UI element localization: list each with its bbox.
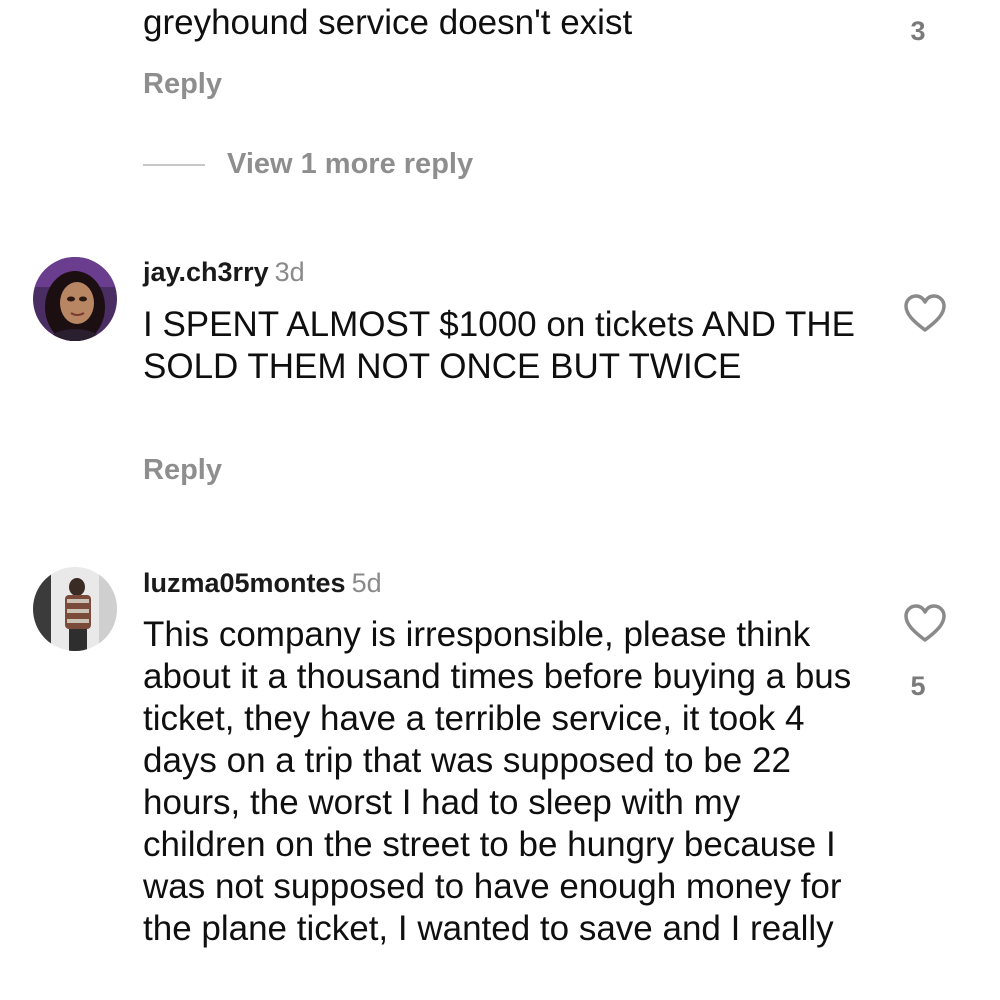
avatar-image bbox=[33, 257, 117, 341]
comment-timestamp: 5d bbox=[351, 568, 382, 598]
comment-username[interactable]: jay.ch3rry 3d bbox=[143, 257, 305, 288]
comment-timestamp: 3d bbox=[274, 257, 305, 287]
username-text: jay.ch3rry bbox=[143, 257, 269, 287]
reply-button[interactable]: Reply bbox=[143, 454, 222, 487]
comment-text: greyhound service doesn't exist bbox=[143, 3, 633, 42]
reply-button[interactable]: Reply bbox=[143, 68, 222, 101]
comments-screen: greyhound service doesn't exist Reply 3 … bbox=[0, 0, 1000, 1000]
comment-username[interactable]: luzma05montes 5d bbox=[143, 568, 382, 599]
heart-icon[interactable] bbox=[903, 294, 947, 334]
view-more-replies-button[interactable]: View 1 more reply bbox=[143, 148, 473, 181]
view-more-replies-label: View 1 more reply bbox=[227, 148, 474, 180]
avatar[interactable] bbox=[33, 567, 117, 651]
username-text: luzma05montes bbox=[143, 568, 346, 598]
comment-text: This company is irresponsible, please th… bbox=[143, 615, 852, 948]
like-count: 3 bbox=[910, 16, 926, 46]
avatar-image bbox=[33, 567, 117, 651]
heart-icon[interactable] bbox=[903, 604, 947, 644]
comment-text: I SPENT ALMOST $1000 on tickets AND THE … bbox=[143, 305, 855, 386]
like-count: 5 bbox=[910, 671, 926, 701]
avatar[interactable] bbox=[33, 257, 117, 341]
divider-line bbox=[143, 163, 205, 166]
